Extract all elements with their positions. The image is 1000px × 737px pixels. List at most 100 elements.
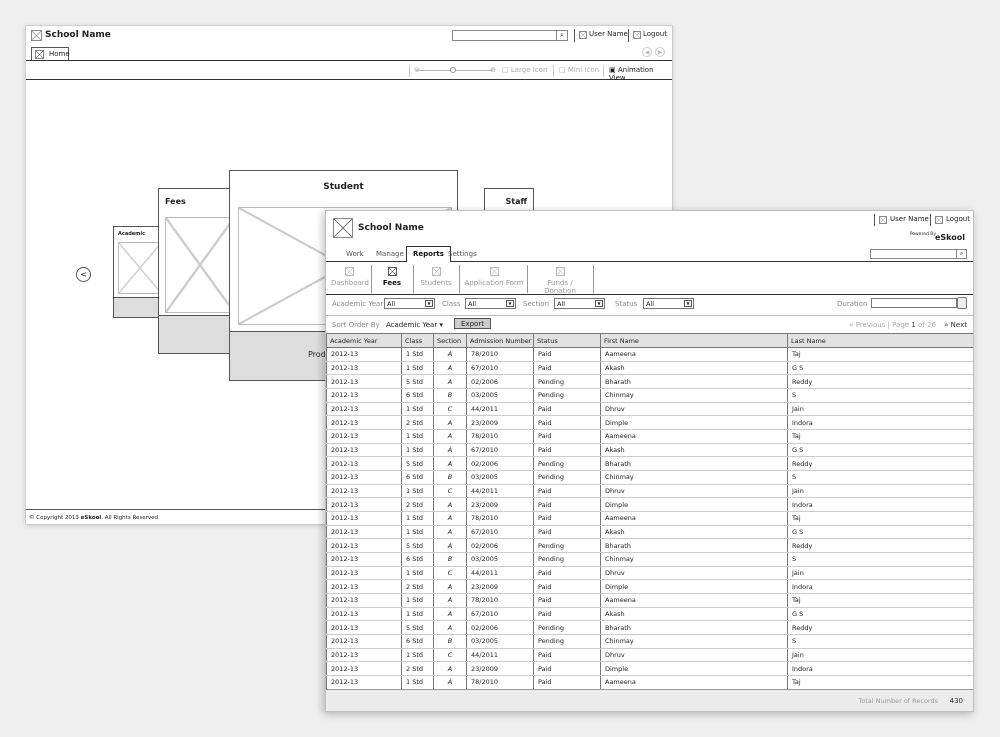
next-page-link[interactable]: » Next [944, 321, 967, 329]
divider [874, 214, 875, 226]
cell-last-name: Taj [787, 593, 973, 608]
tab-manage[interactable]: Manage [376, 250, 404, 258]
cell-academic-year: 2012-13 [326, 661, 402, 677]
table-row[interactable]: 2012-13 1 Std A 67/2010 Paid Akash G S [326, 443, 973, 458]
table-row[interactable]: 2012-13 6 Std B 03/2005 Pending Chinmay S [326, 470, 973, 485]
user-name-link[interactable]: User Name [589, 30, 628, 38]
column-header-first-name[interactable]: First Name [600, 333, 788, 348]
section-select[interactable]: All ▼ [554, 298, 605, 309]
table-row[interactable]: 2012-13 1 Std A 78/2010 Paid Aameena Taj [326, 511, 973, 526]
table-row[interactable]: 2012-13 1 Std A 78/2010 Paid Aameena Taj [326, 347, 973, 362]
export-button[interactable]: Export [454, 318, 491, 329]
mini-icon-option[interactable]: □ Mini Icon [559, 66, 599, 74]
table-row[interactable]: 2012-13 1 Std A 67/2010 Paid Akash G S [326, 607, 973, 622]
table-row[interactable]: 2012-13 5 Std A 02/2006 Pending Bharath Reddy [326, 456, 973, 472]
sort-order-select[interactable]: Academic Year ▾ [386, 321, 443, 329]
card-academic-footer [114, 297, 162, 317]
cell-class: 1 Std [401, 593, 434, 608]
total-pages: 26 [927, 321, 936, 329]
table-row[interactable]: 2012-13 6 Std B 03/2005 Pending Chinmay S [326, 552, 973, 567]
table-row[interactable]: 2012-13 2 Std A 23/2009 Paid Dimple Indora [326, 661, 973, 677]
column-header-last-name[interactable]: Last Name [787, 333, 973, 348]
cell-admission-number: 23/2009 [466, 579, 534, 595]
tab-home[interactable]: Home [31, 47, 70, 61]
previous-card-button[interactable]: < [76, 267, 91, 282]
table-row[interactable]: 2012-13 5 Std A 02/2006 Pending Bharath Reddy [326, 374, 973, 390]
tab-settings[interactable]: Settings [448, 250, 477, 258]
previous-page-link[interactable]: « Previous [849, 321, 885, 329]
column-header-admission-number[interactable]: Admission Number [466, 333, 534, 348]
cell-section: C [433, 648, 467, 663]
cell-admission-number: 78/2010 [466, 347, 534, 362]
cell-last-name: Reddy [787, 538, 973, 554]
cell-admission-number: 23/2009 [466, 497, 534, 513]
reports-subtoolbar: Dashboard Fees Students Application Form… [326, 263, 973, 295]
card-academic[interactable]: Academic [113, 226, 163, 318]
search-icon[interactable]: ⌕ [956, 249, 966, 259]
subtab-funds-donation[interactable]: Funds / Donation [531, 263, 589, 295]
table-row[interactable]: 2012-13 1 Std C 44/2011 Paid Dhruv Jain [326, 402, 973, 417]
tab-work[interactable]: Work [346, 250, 364, 258]
large-icon-option[interactable]: □ Large Icon [502, 66, 547, 74]
cell-class: 1 Std [401, 607, 434, 622]
scroll-right-icon[interactable]: ▶ [655, 47, 665, 57]
filter-bar: Academic Year All ▼ Class All ▼ Section Al… [326, 295, 973, 315]
cell-status: Paid [533, 607, 601, 622]
cell-academic-year: 2012-13 [326, 511, 402, 526]
cell-status: Pending [533, 456, 601, 472]
duration-input[interactable] [871, 298, 957, 308]
table-row[interactable]: 2012-13 6 Std B 03/2005 Pending Chinmay S [326, 388, 973, 403]
cell-last-name: Taj [787, 675, 973, 689]
zoom-slider-handle[interactable] [450, 67, 456, 73]
cell-first-name: Akash [600, 607, 788, 622]
table-row[interactable]: 2012-13 2 Std A 23/2009 Paid Dimple Indora [326, 579, 973, 595]
table-row[interactable]: 2012-13 1 Std A 78/2010 Paid Aameena Taj [326, 429, 973, 444]
card-fees[interactable]: Fees [158, 188, 238, 354]
cell-last-name: G S [787, 607, 973, 622]
cell-class: 1 Std [401, 525, 434, 540]
cell-section: B [433, 470, 467, 485]
table-row[interactable]: 2012-13 1 Std A 67/2010 Paid Akash G S [326, 361, 973, 376]
class-select[interactable]: All ▼ [465, 298, 516, 309]
table-row[interactable]: 2012-13 1 Std A 78/2010 Paid Aameena Taj [326, 593, 973, 608]
section-label: Section [523, 300, 550, 308]
column-header-academic-year[interactable]: Academic Year [326, 333, 402, 348]
table-row[interactable]: 2012-13 6 Std B 03/2005 Pending Chinmay S [326, 634, 973, 649]
column-header-class[interactable]: Class [401, 333, 434, 348]
scroll-left-icon[interactable]: ◀ [642, 47, 652, 57]
search-input[interactable]: ⌕ [452, 30, 568, 41]
table-row[interactable]: 2012-13 1 Std C 44/2011 Paid Dhruv Jain [326, 648, 973, 663]
subtab-application-form[interactable]: Application Form [464, 263, 524, 294]
status-select[interactable]: All ▼ [643, 298, 694, 309]
front-window: School Name User Name Logout Powered By … [325, 210, 974, 712]
logout-link[interactable]: Logout [643, 30, 667, 38]
search-input[interactable]: ⌕ [870, 249, 967, 259]
cell-academic-year: 2012-13 [326, 538, 402, 554]
subtab-fees[interactable]: Fees [376, 263, 408, 294]
zoom-in-icon[interactable]: ⊕ [490, 66, 496, 74]
cell-last-name: S [787, 470, 973, 485]
table-row[interactable]: 2012-13 2 Std A 23/2009 Paid Dimple Indora [326, 497, 973, 513]
table-row[interactable]: 2012-13 1 Std A 67/2010 Paid Akash G S [326, 525, 973, 540]
subtab-dashboard[interactable]: Dashboard [331, 263, 369, 294]
academic-year-select[interactable]: All ▼ [384, 298, 435, 309]
table-row[interactable]: 2012-13 5 Std A 02/2006 Pending Bharath Reddy [326, 620, 973, 636]
table-row[interactable]: 2012-13 1 Std C 44/2011 Paid Dhruv Jain [326, 484, 973, 499]
table-row[interactable]: 2012-13 1 Std A 78/2010 Paid Aameena Taj [326, 675, 973, 689]
column-header-section[interactable]: Section [433, 333, 467, 348]
zoom-slider[interactable] [416, 67, 492, 73]
column-header-status[interactable]: Status [533, 333, 601, 348]
records-table-container[interactable]: Academic Year Class Section Admission Nu… [326, 333, 973, 689]
cell-class: 1 Std [401, 429, 434, 444]
search-icon[interactable]: ⌕ [556, 30, 567, 41]
table-row[interactable]: 2012-13 2 Std A 23/2009 Paid Dimple Indora [326, 415, 973, 431]
subtab-students[interactable]: Students [418, 263, 454, 294]
school-name: School Name [358, 223, 424, 233]
calendar-icon[interactable] [957, 297, 967, 309]
logout-link[interactable]: Logout [946, 215, 970, 223]
table-row[interactable]: 2012-13 5 Std A 02/2006 Pending Bharath Reddy [326, 538, 973, 554]
animation-view-option[interactable]: ▣ Animation View [609, 66, 672, 82]
tab-reports[interactable]: Reports [406, 246, 451, 262]
user-name-link[interactable]: User Name [890, 215, 929, 223]
table-row[interactable]: 2012-13 1 Std C 44/2011 Paid Dhruv Jain [326, 566, 973, 581]
